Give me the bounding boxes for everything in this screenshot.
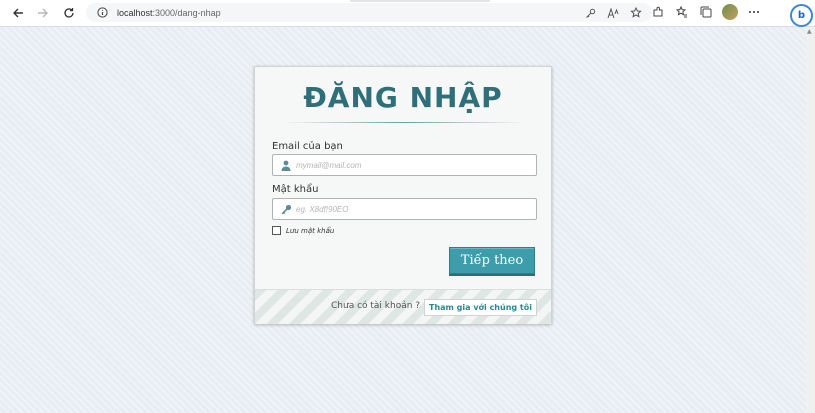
vertical-scrollbar[interactable]: ▲: [806, 27, 815, 413]
arrow-left-icon: [13, 8, 23, 18]
url-path: :3000/dang-nhap: [152, 7, 221, 18]
no-account-text: Chưa có tài khoản ?: [331, 301, 421, 311]
page-title: ĐĂNG NHẬP: [303, 81, 503, 114]
add-favorite-icon[interactable]: [628, 5, 644, 21]
next-button[interactable]: Tiếp theo: [449, 247, 535, 274]
back-button[interactable]: [9, 4, 27, 22]
url-text: localhost:3000/dang-nhap: [117, 8, 221, 18]
site-info-icon[interactable]: [94, 5, 110, 21]
key-icon: [279, 202, 293, 216]
key-icon[interactable]: [582, 5, 598, 21]
login-card: ĐĂNG NHẬP Email của bạn Mật khẩu Lưu mật…: [254, 66, 552, 324]
url-host: localhost: [117, 7, 153, 18]
reload-button[interactable]: [60, 4, 78, 22]
remember-label: Lưu mật khẩu: [286, 226, 335, 235]
collections-icon[interactable]: [698, 4, 714, 20]
password-field[interactable]: [272, 198, 537, 220]
scroll-up-icon[interactable]: ▲: [807, 28, 814, 36]
tab-indicator: [350, 0, 490, 2]
password-label: Mật khẩu: [272, 184, 319, 195]
password-input[interactable]: [296, 204, 526, 214]
remember-password[interactable]: Lưu mật khẩu: [272, 226, 334, 235]
address-bar[interactable]: localhost:3000/dang-nhap: [86, 3, 652, 22]
remember-checkbox[interactable]: [272, 226, 281, 235]
read-aloud-icon[interactable]: [605, 5, 621, 21]
email-input[interactable]: [296, 160, 526, 170]
bing-icon[interactable]: b: [790, 4, 813, 27]
extensions-icon[interactable]: [650, 4, 666, 20]
signup-footer: Chưa có tài khoản ? Tham gia với chúng t…: [255, 289, 551, 324]
user-icon: [279, 158, 293, 172]
title-divider: [283, 122, 525, 123]
reload-icon: [64, 8, 74, 18]
browser-toolbar: localhost:3000/dang-nhap b: [0, 0, 815, 27]
join-link[interactable]: Tham gia với chúng tôi: [424, 299, 537, 316]
email-field[interactable]: [272, 154, 537, 176]
more-menu-icon[interactable]: [746, 4, 762, 20]
email-label: Email của bạn: [272, 141, 343, 152]
arrow-right-icon: [38, 8, 48, 18]
favorites-icon[interactable]: [674, 4, 690, 20]
forward-button[interactable]: [34, 4, 52, 22]
profile-avatar[interactable]: [722, 4, 738, 20]
